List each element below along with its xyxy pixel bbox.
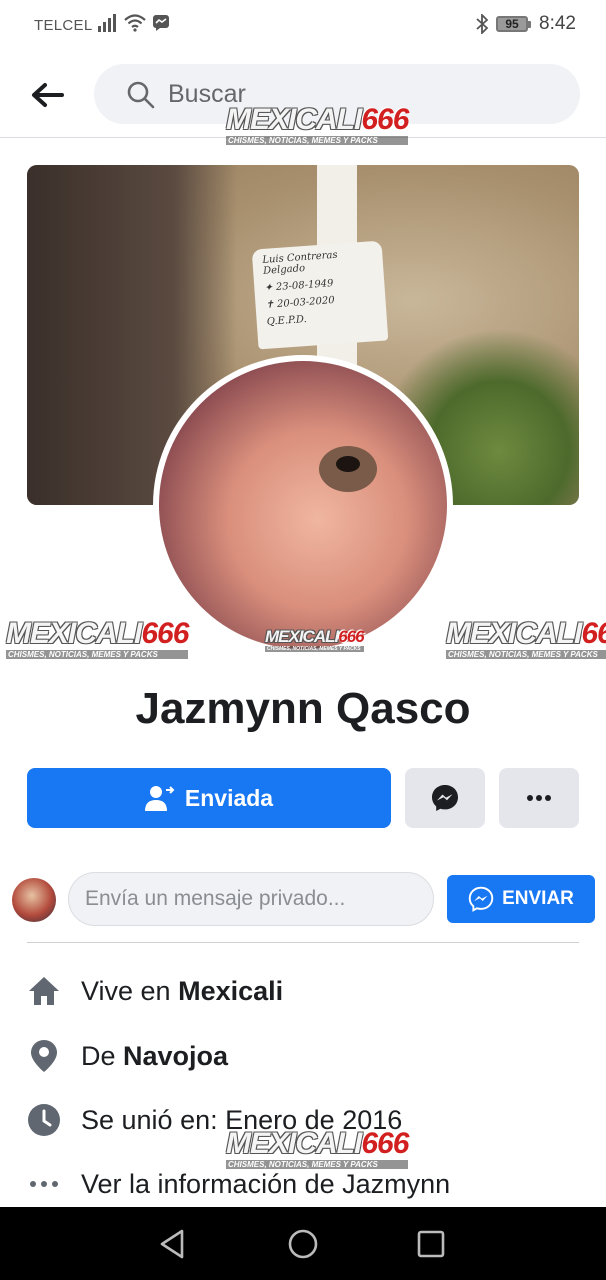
info-from: De Navojoa <box>0 1037 606 1077</box>
status-icons <box>98 14 170 32</box>
battery-level: 95 <box>496 16 529 32</box>
more-dots-icon <box>527 795 551 801</box>
watermark-logo-center: MEXICALI666 CHISMES, NOTICIAS, MEMES Y P… <box>265 627 365 652</box>
wifi-icon <box>124 14 146 32</box>
back-nav-icon[interactable] <box>156 1227 190 1261</box>
watermark-logo-bottom: MEXICALI666 CHISMES, NOTICIAS, MEMES Y P… <box>226 1127 409 1169</box>
watermark-logo-top: MEXICALI666 CHISMES, NOTICIAS, MEMES Y P… <box>226 103 409 145</box>
search-icon <box>127 81 155 109</box>
info-lives-in: Vive en Mexicali <box>0 972 606 1012</box>
messenger-button[interactable] <box>405 768 485 828</box>
status-right: 95 8:42 <box>476 13 576 35</box>
messenger-icon <box>468 886 494 912</box>
system-navigation-bar <box>0 1207 606 1280</box>
location-pin-icon <box>27 1039 61 1073</box>
private-message-input[interactable] <box>69 873 433 925</box>
private-message-row: ENVIAR <box>0 872 606 928</box>
clock: 8:42 <box>539 13 576 34</box>
carrier-label: TELCEL <box>34 17 93 34</box>
more-options-button[interactable] <box>499 768 579 828</box>
from-prefix: De <box>81 1041 124 1071</box>
my-avatar[interactable] <box>12 878 56 922</box>
lives-city[interactable]: Mexicali <box>178 976 283 1006</box>
profile-picture[interactable] <box>153 355 453 655</box>
dog-filter-nose <box>319 446 377 492</box>
grave-marker: Luis Contreras Delgado ✦ 23-08-1949 ✝ 20… <box>251 240 389 350</box>
divider <box>27 942 579 943</box>
clock-icon <box>27 1103 61 1137</box>
signal-icon <box>98 14 116 32</box>
send-label: ENVIAR <box>502 888 574 909</box>
hometown[interactable]: Navojoa <box>123 1041 228 1071</box>
more-dots-icon <box>27 1167 61 1201</box>
lives-prefix: Vive en <box>81 976 179 1006</box>
back-arrow-icon[interactable] <box>30 80 64 110</box>
watermark-logo-left: MEXICALI666 CHISMES, NOTICIAS, MEMES Y P… <box>6 617 189 659</box>
private-message-field[interactable] <box>68 872 434 926</box>
info-see-about[interactable]: Ver la información de Jazmynn <box>0 1165 606 1205</box>
messenger-icon <box>432 785 458 811</box>
bluetooth-icon <box>476 14 489 34</box>
status-bar: TELCEL 95 8:42 <box>0 0 606 52</box>
see-about-link[interactable]: Ver la información de Jazmynn <box>81 1169 450 1200</box>
messenger-notification-icon <box>153 15 169 31</box>
battery-icon: 95 <box>496 16 532 32</box>
recents-nav-icon[interactable] <box>414 1227 448 1261</box>
home-icon <box>27 974 61 1008</box>
friend-request-label: Enviada <box>184 784 274 811</box>
user-sent-icon <box>144 786 175 811</box>
friend-request-sent-button[interactable]: Enviada <box>27 768 391 828</box>
profile-name: Jazmynn Qasco <box>135 684 471 733</box>
watermark-logo-right: MEXICALI666 CHISMES, NOTICIAS, MEMES Y P… <box>446 618 606 659</box>
home-nav-icon[interactable] <box>286 1227 320 1261</box>
send-message-button[interactable]: ENVIAR <box>447 875 595 923</box>
